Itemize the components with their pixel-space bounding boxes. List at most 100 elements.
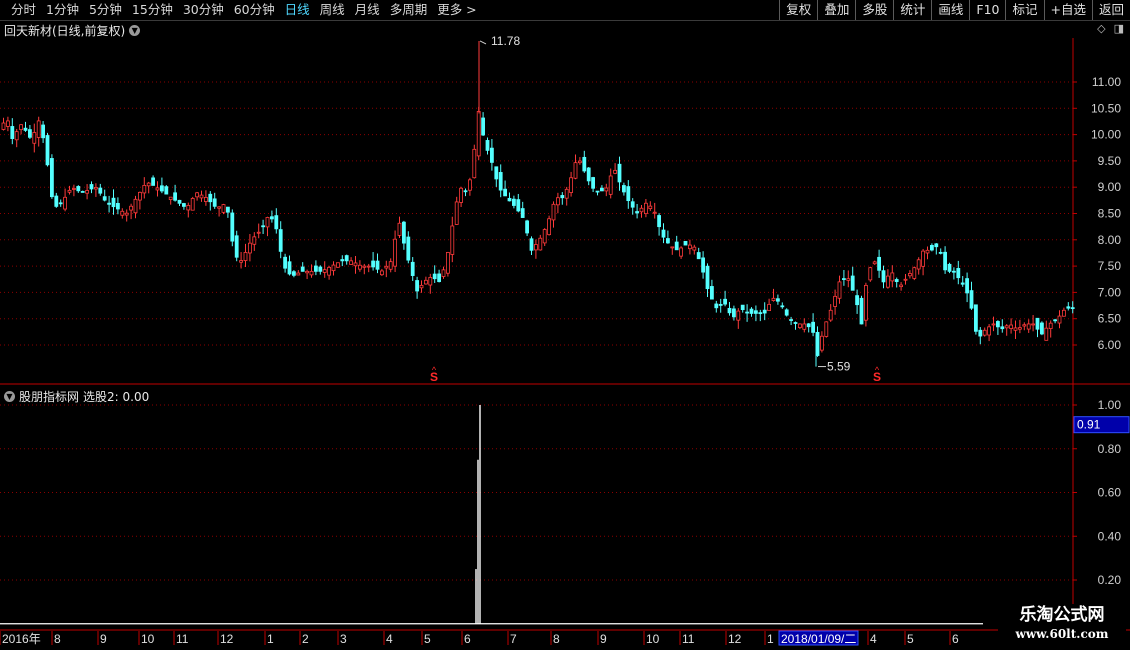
candle-body <box>388 261 393 270</box>
candle-body <box>798 323 802 328</box>
candle-body <box>239 260 244 263</box>
price-tick-label: 9.50 <box>1098 154 1122 168</box>
time-tick-label: 5 <box>424 632 431 646</box>
candle-body <box>582 156 587 172</box>
candle-body <box>736 310 741 321</box>
candle-body <box>617 163 622 183</box>
time-tick-label: 8 <box>54 632 61 646</box>
candle-body <box>309 270 314 276</box>
time-tick-label: 4 <box>870 632 877 646</box>
indicator-tick-label: 0.80 <box>1098 442 1122 456</box>
time-tick-label: 1 <box>267 632 274 646</box>
candle-body <box>45 135 50 166</box>
candle-body <box>569 177 573 193</box>
candle-body <box>771 297 776 301</box>
time-tick-label: 5 <box>907 632 914 646</box>
candle-body <box>450 225 455 255</box>
candle-body <box>265 217 270 228</box>
candle-body <box>14 131 19 141</box>
candle-body <box>648 205 653 210</box>
watermark: 乐淘公式网 www.60lt.com <box>998 604 1126 650</box>
candle-body <box>296 272 301 276</box>
candle-body <box>155 187 160 191</box>
candle-body <box>886 275 890 288</box>
candle-body <box>850 275 855 291</box>
candle-body <box>221 204 226 213</box>
low-price-label: 5.59 <box>827 360 851 374</box>
candle-body <box>974 304 978 332</box>
candle-body <box>1035 317 1040 330</box>
indicator-tick-label: 1.00 <box>1098 398 1122 412</box>
candle-body <box>952 270 956 273</box>
candle-body <box>551 203 556 221</box>
candle-body <box>780 305 785 308</box>
candle-body <box>758 312 763 315</box>
candle-body <box>133 198 138 214</box>
candle-body <box>542 229 547 244</box>
candle-body <box>947 263 952 272</box>
candle-body <box>371 260 376 268</box>
candle-body <box>881 270 886 283</box>
candle-body <box>278 229 283 252</box>
price-tick-label: 6.50 <box>1098 312 1122 326</box>
candle-body <box>688 244 692 250</box>
candle-body <box>1 122 6 130</box>
time-tick-label: 9 <box>600 632 607 646</box>
candle-body <box>137 191 142 201</box>
candle-body <box>459 187 464 203</box>
watermark-url: www.60lt.com <box>1015 627 1109 641</box>
candle-body <box>445 252 450 274</box>
candle-body <box>120 210 125 216</box>
indicator-tick-label: 0.20 <box>1098 573 1122 587</box>
candle-body <box>965 278 969 294</box>
candle-body <box>366 265 371 268</box>
indicator-tick-label: 0.60 <box>1098 486 1122 500</box>
candle-body <box>644 202 648 215</box>
high-pointer <box>479 40 487 45</box>
candle-body <box>930 245 934 251</box>
candle-body <box>94 187 98 190</box>
candle-body <box>1026 323 1031 330</box>
candle-body <box>124 212 129 216</box>
time-tick-label: 6 <box>464 632 471 646</box>
kline-chart[interactable]: 11.0010.5010.009.509.008.508.007.507.006… <box>0 0 1130 650</box>
candle-body <box>428 277 433 286</box>
candle-body <box>701 257 705 273</box>
candle-body <box>415 280 420 292</box>
candle-body <box>586 167 591 182</box>
price-tick-label: 8.00 <box>1098 233 1122 247</box>
candle-body <box>467 179 472 191</box>
candle-body <box>595 190 600 193</box>
candle-body <box>912 267 917 279</box>
candle-body <box>76 186 81 192</box>
candle-body <box>494 166 499 180</box>
candle-body <box>454 201 459 225</box>
time-tick-label: 2 <box>302 632 309 646</box>
candle-body <box>652 211 657 214</box>
candle-body <box>300 266 305 272</box>
candle-body <box>287 261 292 275</box>
candle-body <box>872 261 877 265</box>
candle-body <box>274 215 279 230</box>
candle-body <box>195 192 200 198</box>
candle-body <box>1066 306 1071 309</box>
candle-body <box>67 189 72 193</box>
candle-body <box>331 264 336 272</box>
candle-body <box>608 175 613 195</box>
candle-body <box>27 129 32 138</box>
candle-body <box>217 206 222 209</box>
candle-body <box>670 246 675 249</box>
price-tick-label: 6.00 <box>1098 338 1122 352</box>
candle-body <box>679 247 683 257</box>
candle-body <box>1009 324 1013 329</box>
candle-body <box>740 304 745 311</box>
candle-body <box>560 195 565 199</box>
candle-body <box>305 270 310 274</box>
candle-body <box>1004 325 1009 329</box>
candle-body <box>754 310 758 314</box>
candle-body <box>269 216 274 220</box>
candle-body <box>666 238 670 244</box>
candle-body <box>767 303 771 311</box>
candle-body <box>538 237 543 251</box>
candle-body <box>1057 315 1062 324</box>
